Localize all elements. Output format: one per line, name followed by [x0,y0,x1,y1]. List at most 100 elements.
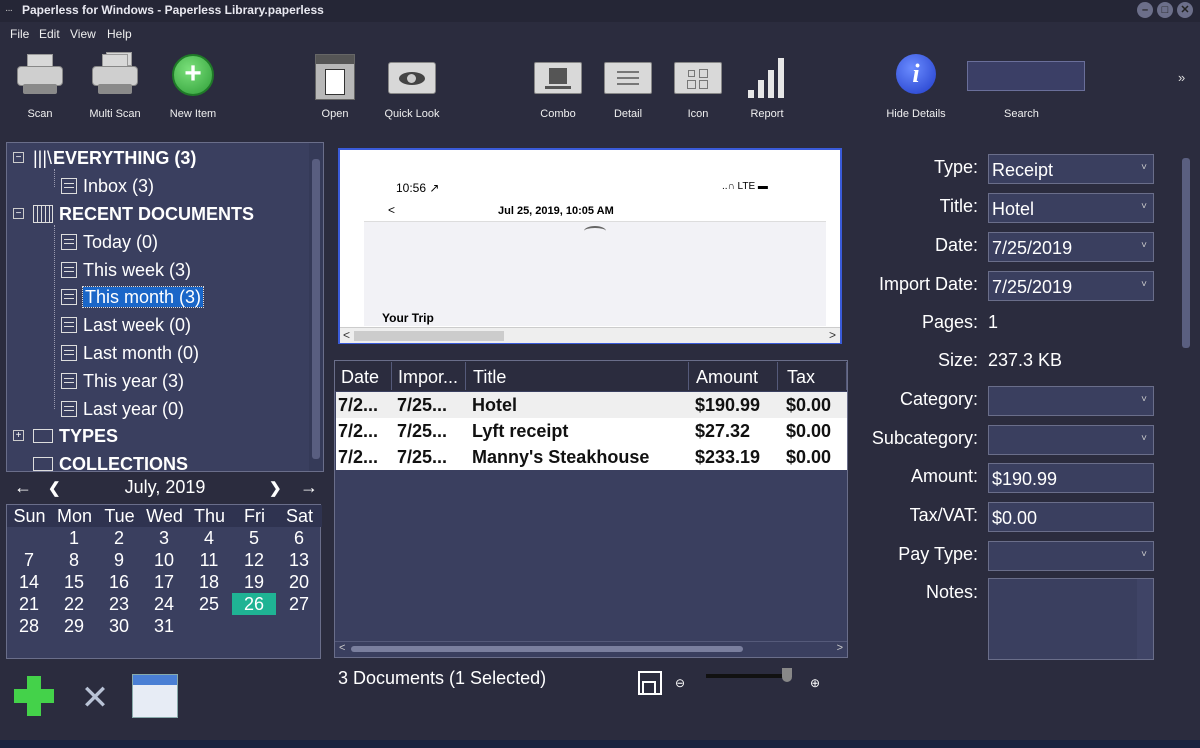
calendar-day[interactable]: 24 [142,593,186,615]
title-dropdown[interactable]: Hotel ˅ [988,193,1154,223]
add-collection-icon[interactable] [14,676,54,716]
amount-input[interactable]: $190.99 [988,463,1154,493]
tree-item-last-week[interactable]: Last week (0) [61,312,191,338]
zoom-slider[interactable] [706,668,792,682]
calendar-day-today[interactable]: 26 [232,593,276,615]
table-row[interactable]: 7/2... 7/25... Lyft receipt $27.32 $0.00 [336,418,847,444]
import-date-picker[interactable]: 7/25/2019 ˅ [988,271,1154,301]
tree-scrollbar[interactable] [309,143,323,471]
calendar-day[interactable]: 23 [97,593,141,615]
calendar-day[interactable]: 12 [232,549,276,571]
details-scrollbar[interactable] [1178,142,1194,658]
scroll-right-icon[interactable]: > [837,642,843,654]
calendar-day[interactable]: 4 [187,527,231,549]
close-button[interactable]: ✕ [1177,2,1193,18]
calendar-day[interactable]: 10 [142,549,186,571]
zoom-out-icon[interactable]: ⊖ [675,676,685,690]
tree-item-recent-documents[interactable]: RECENT DOCUMENTS [33,201,254,227]
expand-types-toggle[interactable]: + [13,430,24,441]
toolbar-overflow-icon[interactable]: » [1178,70,1185,85]
calendar-day[interactable]: 9 [97,549,141,571]
calendar-day[interactable]: 16 [97,571,141,593]
calendar-day[interactable]: 5 [232,527,276,549]
tree-item-collections[interactable]: COLLECTIONS [33,451,188,471]
column-header-date[interactable]: Date [341,367,379,388]
column-header-title[interactable]: Title [473,367,506,388]
last-month-button[interactable]: → [300,477,318,498]
multi-scan-button[interactable]: Multi Scan [80,50,150,122]
tree-item-types[interactable]: TYPES [33,423,118,449]
system-menu-icon[interactable]: ··· [5,5,13,16]
calendar-day[interactable]: 31 [142,615,186,637]
notes-textarea[interactable] [988,578,1154,660]
tree-item-this-year[interactable]: This year (3) [61,368,184,394]
menu-file[interactable]: File [10,27,29,41]
thumbnail-view-icon[interactable] [638,671,662,695]
tree-item-this-month[interactable]: This month (3) [61,284,205,310]
preview-scrollbar[interactable]: < > [340,327,840,343]
calendar-day[interactable]: 28 [7,615,51,637]
collapse-everything-toggle[interactable]: − [13,152,24,163]
calendar-day[interactable]: 21 [7,593,51,615]
minimize-button[interactable]: – [1137,2,1153,18]
date-picker[interactable]: 7/25/2019 ˅ [988,232,1154,262]
calendar-day[interactable]: 18 [187,571,231,593]
calendar-day[interactable]: 14 [7,571,51,593]
next-month-button[interactable]: ❯ [269,479,282,497]
tree-item-everything[interactable]: |||\EVERYTHING (3) [33,145,196,171]
type-dropdown[interactable]: Receipt ˅ [988,154,1154,184]
calendar-day[interactable]: 8 [52,549,96,571]
calendar-day[interactable]: 2 [97,527,141,549]
table-scrollbar[interactable]: < > [335,641,847,657]
calendar-day[interactable]: 17 [142,571,186,593]
category-dropdown[interactable]: ˅ [988,386,1154,416]
calendar-day[interactable]: 22 [52,593,96,615]
tools-icon[interactable]: ✕ [74,678,116,718]
calendar-day[interactable]: 29 [52,615,96,637]
collapse-recent-toggle[interactable]: − [13,208,24,219]
zoom-in-icon[interactable]: ⊕ [810,676,820,690]
hide-details-button[interactable]: i Hide Details [881,50,951,122]
pay-type-dropdown[interactable]: ˅ [988,541,1154,571]
calendar-day[interactable]: 3 [142,527,186,549]
detail-view-button[interactable]: Detail [593,50,663,122]
menu-edit[interactable]: Edit [39,27,60,41]
tree-item-this-week[interactable]: This week (3) [61,257,191,283]
column-header-tax[interactable]: Tax [787,367,815,388]
calendar-day[interactable]: 19 [232,571,276,593]
column-header-import[interactable]: Impor... [398,367,458,388]
table-row[interactable]: 7/2... 7/25... Manny's Steakhouse $233.1… [336,444,847,470]
calendar-day[interactable]: 25 [187,593,231,615]
menu-view[interactable]: View [70,27,96,41]
calendar-day[interactable]: 30 [97,615,141,637]
calendar-toggle-icon[interactable] [132,674,178,718]
combo-view-button[interactable]: Combo [523,50,593,122]
report-button[interactable]: Report [732,50,802,122]
calendar-day[interactable]: 1 [52,527,96,549]
calendar-day[interactable]: 7 [7,549,51,571]
icon-view-button[interactable]: Icon [663,50,733,122]
tree-item-last-year[interactable]: Last year (0) [61,396,184,422]
scroll-left-icon[interactable]: < [339,642,345,654]
tax-input[interactable]: $0.00 [988,502,1154,532]
maximize-button[interactable]: □ [1157,2,1173,18]
open-button[interactable]: Open [300,50,370,122]
search-input[interactable] [967,61,1085,91]
zoom-slider-knob[interactable] [782,668,792,682]
column-header-amount[interactable]: Amount [696,367,758,388]
scroll-right-icon[interactable]: > [829,328,836,342]
calendar-day[interactable]: 27 [277,593,321,615]
new-item-button[interactable]: + New Item [158,50,228,122]
tree-item-inbox[interactable]: Inbox (3) [61,173,154,199]
calendar-day[interactable]: 13 [277,549,321,571]
calendar-day[interactable]: 15 [52,571,96,593]
calendar-day[interactable]: 6 [277,527,321,549]
calendar-day[interactable]: 11 [187,549,231,571]
tree-item-last-month[interactable]: Last month (0) [61,340,199,366]
tree-item-today[interactable]: Today (0) [61,229,158,255]
table-row[interactable]: 7/2... 7/25... Hotel $190.99 $0.00 [336,392,847,418]
scroll-left-icon[interactable]: < [343,328,350,342]
calendar-day[interactable]: 20 [277,571,321,593]
menu-help[interactable]: Help [107,27,132,41]
quick-look-button[interactable]: Quick Look [377,50,447,122]
